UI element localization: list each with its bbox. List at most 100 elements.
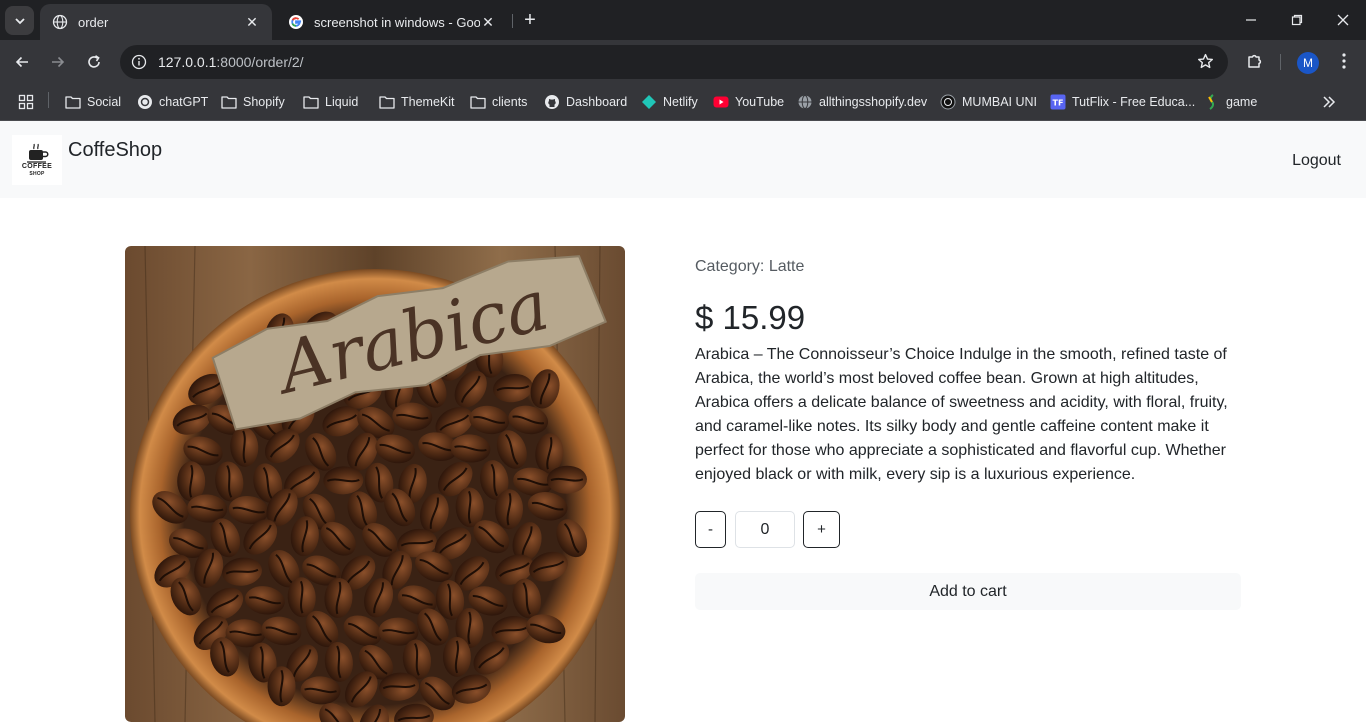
folder-icon [470, 94, 486, 110]
minimize-button[interactable] [1228, 0, 1274, 40]
bookmark-dashboard[interactable]: Dashboard [544, 92, 627, 112]
close-tab-icon[interactable]: ✕ [480, 14, 496, 30]
bookmark-label: Shopify [243, 95, 285, 109]
url-host: 127.0.0.1 [158, 54, 217, 70]
url-text: 127.0.0.1:8000/order/2/ [158, 54, 304, 70]
tab-title: screenshot in windows - Googl [314, 14, 480, 30]
bookmark-label: MUMBAI UNI [962, 95, 1037, 109]
university-icon [940, 94, 956, 110]
reload-button[interactable] [80, 48, 108, 76]
tab-strip: order ✕ screenshot in windows - Googl ✕ … [0, 0, 1366, 40]
browser-menu-button[interactable] [1332, 49, 1356, 73]
site-info-icon[interactable] [122, 54, 156, 70]
bookmark-label: allthingsshopify.dev [819, 95, 928, 109]
bookmark-label: Social [87, 95, 122, 109]
tab-title: order [78, 14, 109, 30]
product-price: $ 15.99 [695, 299, 806, 336]
quantity-decrement-button[interactable]: - [695, 511, 726, 548]
back-button[interactable] [8, 48, 36, 76]
close-window-button[interactable] [1320, 0, 1366, 40]
new-tab-button[interactable]: + [518, 8, 542, 32]
browser-toolbar: 127.0.0.1:8000/order/2/ [0, 40, 1366, 84]
bookmark-label: Netlify [663, 95, 698, 109]
bookmark-label: ThemeKit [401, 95, 455, 109]
bookmark-label: chatGPT [159, 95, 209, 109]
toolbar-divider [1280, 54, 1281, 70]
bookmarks-bar: Social chatGPT Shopify Liquid ThemeKit c… [0, 84, 1366, 121]
bookmark-social[interactable]: Social [65, 92, 121, 112]
close-tab-icon[interactable]: ✕ [244, 14, 260, 30]
bookmark-youtube[interactable]: YouTube [713, 92, 784, 112]
bookmark-star-icon[interactable] [1197, 53, 1214, 75]
minimize-icon [1246, 19, 1256, 21]
folder-icon [379, 94, 395, 110]
bookmark-clients[interactable]: clients [470, 92, 527, 112]
folder-icon [221, 94, 237, 110]
bookmark-label: Liquid [325, 95, 359, 109]
apps-grid-icon [18, 94, 34, 110]
game-icon [1204, 94, 1220, 110]
folder-icon [303, 94, 319, 110]
chatgpt-icon [137, 94, 153, 110]
address-bar[interactable]: 127.0.0.1:8000/order/2/ [120, 45, 1228, 79]
forward-button[interactable] [44, 48, 72, 76]
logout-link[interactable]: Logout [1292, 152, 1341, 170]
quantity-input[interactable] [735, 511, 795, 548]
tab-google-search[interactable]: screenshot in windows - Googl ✕ [276, 4, 508, 40]
quantity-increment-button[interactable]: + [803, 511, 840, 548]
bookmark-label: YouTube [735, 95, 785, 109]
bookmark-label: Dashboard [566, 95, 628, 109]
bookmark-mumbai-uni[interactable]: MUMBAI UNI [940, 92, 1037, 112]
product-description: Arabica – The Connoisseur’s Choice Indul… [695, 346, 1228, 483]
site-brand[interactable]: CoffeShop [68, 139, 162, 162]
bookmark-label: clients [492, 95, 528, 109]
google-icon [288, 14, 304, 30]
tab-order[interactable]: order ✕ [40, 4, 272, 40]
arrow-left-icon [15, 56, 28, 68]
arrow-right-icon [52, 56, 65, 68]
site-navbar: COFFEE SHOP CoffeShop Logout [0, 121, 1366, 198]
coffee-cup-icon [27, 143, 49, 163]
profile-avatar[interactable]: M [1297, 52, 1319, 74]
restore-button[interactable] [1274, 0, 1320, 40]
restore-icon [1291, 14, 1303, 26]
product-category: Category: Latte [695, 258, 805, 275]
folder-icon [65, 94, 81, 110]
bookmark-game[interactable]: game [1204, 92, 1257, 112]
site-logo[interactable]: COFFEE SHOP [12, 135, 62, 185]
url-path: :8000/order/2/ [216, 54, 304, 70]
chevron-down-icon [14, 17, 25, 24]
bookmark-label: game [1226, 95, 1258, 109]
bookmark-tutflix[interactable]: TF TutFlix - Free Educa... [1050, 92, 1195, 112]
bookmark-themekit[interactable]: ThemeKit [379, 92, 455, 112]
github-icon [544, 94, 560, 110]
svg-text:TF: TF [1053, 98, 1064, 107]
logo-text: COFFEE [21, 163, 53, 170]
youtube-icon [713, 94, 729, 110]
apps-button[interactable] [18, 92, 40, 112]
chevron-double-right-icon [1321, 94, 1337, 110]
bookmark-allthingsshopify[interactable]: allthingsshopify.dev [797, 92, 927, 112]
tab-divider [512, 14, 513, 28]
globe-icon [52, 14, 68, 30]
globe-icon [797, 94, 813, 110]
add-to-cart-button[interactable]: Add to cart [695, 573, 1241, 610]
puzzle-icon [1248, 54, 1262, 68]
coffee-beans-bowl-image: Arabica [125, 246, 625, 722]
extensions-button[interactable] [1243, 49, 1267, 73]
close-icon [1337, 14, 1349, 26]
bookmark-shopify[interactable]: Shopify [221, 92, 285, 112]
netlify-icon [641, 94, 657, 110]
product-image: Arabica [125, 246, 625, 722]
bookmark-liquid[interactable]: Liquid [303, 92, 358, 112]
more-bookmarks-button[interactable] [1321, 92, 1343, 112]
tab-search-button[interactable] [5, 6, 34, 35]
reload-icon [88, 55, 100, 68]
tutflix-icon: TF [1050, 94, 1066, 110]
logo-subtext: SHOP [29, 171, 45, 177]
bookmark-chatgpt[interactable]: chatGPT [137, 92, 208, 112]
bookmarks-divider [48, 92, 49, 108]
bookmark-label: TutFlix - Free Educa... [1072, 95, 1196, 109]
more-vert-icon [1342, 53, 1346, 69]
bookmark-netlify[interactable]: Netlify [641, 92, 698, 112]
